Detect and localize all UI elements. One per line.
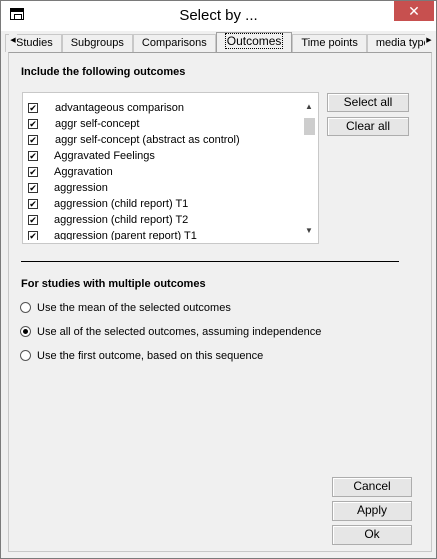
ok-button[interactable]: Ok (332, 525, 412, 545)
outcome-label: aggression (parent report) T1 (54, 230, 197, 240)
include-outcomes-heading: Include the following outcomes (21, 66, 186, 78)
option-all-outcomes-label: Use all of the selected outcomes, assumi… (37, 326, 322, 338)
outcome-label: aggression (54, 182, 108, 194)
list-item[interactable]: ✔ aggression (parent report) T1 (23, 228, 301, 240)
list-item[interactable]: ✔ aggr self-concept (abstract as control… (23, 132, 301, 148)
select-all-button[interactable]: Select all (327, 93, 409, 112)
outcome-label: advantageous comparison (55, 102, 185, 114)
outcomes-scrollbar[interactable]: ▲ ▼ (302, 101, 316, 237)
tab-strip: ◀ Studies Subgroups Comparisons Outcomes… (5, 32, 433, 52)
outcome-checkbox[interactable]: ✔ (28, 151, 38, 161)
apply-button[interactable]: Apply (332, 501, 412, 521)
tab-time-points-label: Time points (301, 37, 358, 49)
outcome-checkbox[interactable]: ✔ (28, 119, 38, 129)
outcome-checkbox[interactable]: ✔ (28, 135, 38, 145)
outcome-label: aggression (child report) T1 (54, 198, 189, 210)
tab-comparisons-label: Comparisons (141, 37, 207, 49)
tab-subgroups[interactable]: Subgroups (61, 34, 133, 52)
scroll-up-icon[interactable]: ▲ (302, 101, 316, 113)
list-item[interactable]: ✔ advantageous comparison (23, 100, 301, 116)
multiple-outcomes-heading: For studies with multiple outcomes (21, 278, 206, 290)
tab-subgroups-label: Subgroups (70, 37, 124, 49)
outcomes-listbox[interactable]: ✔ advantageous comparison ✔ aggr self-co… (22, 92, 319, 244)
title-bar[interactable]: Select by ... ✕ (1, 1, 436, 31)
outcome-label: aggr self-concept (abstract as control) (55, 134, 240, 146)
clear-all-button[interactable]: Clear all (327, 117, 409, 136)
outcome-checkbox[interactable]: ✔ (28, 199, 38, 209)
list-item[interactable]: ✔ aggr self-concept (23, 116, 301, 132)
radio-first-outcome[interactable] (20, 350, 31, 361)
outcome-checkbox[interactable]: ✔ (28, 215, 38, 225)
tab-list: Studies Subgroups Comparisons Outcomes T… (5, 32, 433, 52)
radio-all-outcomes[interactable] (20, 326, 31, 337)
outcome-checkbox[interactable]: ✔ (28, 167, 38, 177)
outcome-checkbox[interactable]: ✔ (28, 103, 38, 113)
list-item[interactable]: ✔ Aggravation (23, 164, 301, 180)
tab-outcomes-label: Outcomes (224, 33, 284, 49)
scroll-down-icon[interactable]: ▼ (302, 225, 316, 237)
list-item[interactable]: ✔ Aggravated Feelings (23, 148, 301, 164)
option-mean-outcomes-label: Use the mean of the selected outcomes (37, 302, 231, 314)
outcome-checkbox[interactable]: ✔ (28, 231, 38, 240)
list-item[interactable]: ✔ aggression (23, 180, 301, 196)
tab-time-points[interactable]: Time points (292, 34, 367, 52)
outcome-label: aggression (child report) T2 (54, 214, 189, 226)
window-title: Select by ... (179, 7, 258, 24)
cancel-button[interactable]: Cancel (332, 477, 412, 497)
tab-media-type[interactable]: media type (366, 34, 433, 52)
radio-mean-outcomes[interactable] (20, 302, 31, 313)
tab-media-type-label: media type (375, 37, 430, 49)
option-first-outcome-label: Use the first outcome, based on this seq… (37, 350, 264, 362)
list-item[interactable]: ✔ aggression (child report) T1 (23, 196, 301, 212)
outcome-label: aggr self-concept (55, 118, 140, 130)
tab-outcomes[interactable]: Outcomes (215, 32, 293, 52)
outcome-label: Aggravated Feelings (54, 150, 155, 162)
select-by-dialog: Select by ... ✕ ◀ Studies Subgroups Comp… (0, 0, 437, 559)
section-divider (21, 261, 399, 262)
tab-scroll-left-icon[interactable]: ◀ (9, 34, 17, 48)
tab-studies-label: Studies (16, 37, 53, 49)
tab-scroll-right-icon[interactable]: ▶ (425, 34, 433, 48)
outcome-label: Aggravation (54, 166, 113, 178)
close-button[interactable]: ✕ (394, 1, 434, 21)
outcome-checkbox[interactable]: ✔ (28, 183, 38, 193)
list-item[interactable]: ✔ aggression (child report) T2 (23, 212, 301, 228)
outcomes-list: ✔ advantageous comparison ✔ aggr self-co… (23, 100, 301, 240)
scroll-thumb[interactable] (304, 118, 315, 135)
tab-comparisons[interactable]: Comparisons (132, 34, 216, 52)
